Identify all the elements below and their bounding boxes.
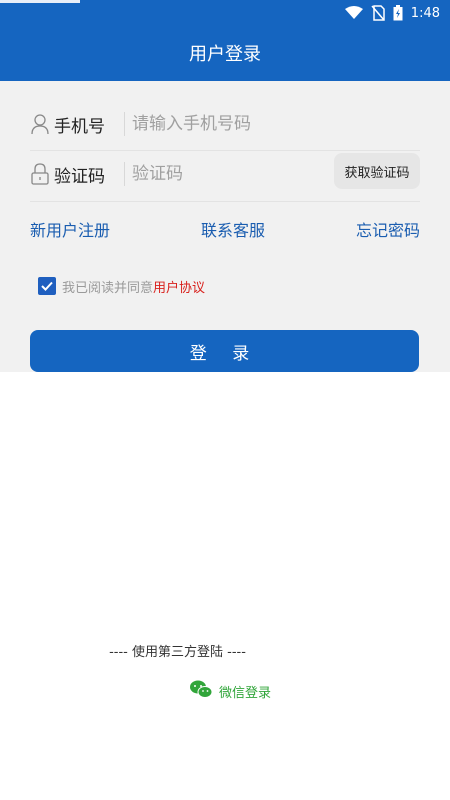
wechat-label: 微信登录 [219,685,272,701]
register-link[interactable]: 新用户注册 [30,217,110,241]
battery-icon [393,5,403,21]
status-bar-notch [0,0,80,3]
auth-links: 新用户注册 联系客服 忘记密码 [30,217,420,241]
no-sim-icon [371,5,385,21]
phone-row: 手机号 [30,99,420,149]
phone-separator [124,112,125,136]
wechat-login-button[interactable]: 微信登录 [189,679,271,703]
get-code-button[interactable]: 获取验证码 [334,153,420,189]
agreement-checkbox[interactable] [38,277,56,295]
code-input[interactable] [132,164,322,184]
agreement-text: 我已阅读并同意 [62,280,154,296]
phone-label: 手机号 [54,116,105,137]
third-party-heading: ---- 使用第三方登陆 ---- [109,645,246,660]
wechat-icon [189,679,213,703]
status-time: 1:48 [410,5,440,21]
status-bar: 1:48 [0,0,450,25]
code-label: 验证码 [54,166,105,187]
forgot-password-link[interactable]: 忘记密码 [356,217,420,241]
code-divider [30,201,420,202]
agreement-row: 我已阅读并同意 用户协议 [38,276,205,296]
code-separator [124,162,125,186]
support-link[interactable]: 联系客服 [201,217,265,241]
phone-input[interactable] [132,114,420,134]
wifi-icon [344,6,363,20]
page-title: 用户登录 [189,44,261,65]
status-icons: 1:48 [344,3,440,23]
checkmark-icon [41,281,53,291]
lock-icon [30,162,50,186]
login-button[interactable]: 登 录 [30,330,419,372]
user-agreement-link[interactable]: 用户协议 [153,277,205,296]
user-icon [30,112,50,136]
app-bar: 用户登录 [0,25,450,81]
